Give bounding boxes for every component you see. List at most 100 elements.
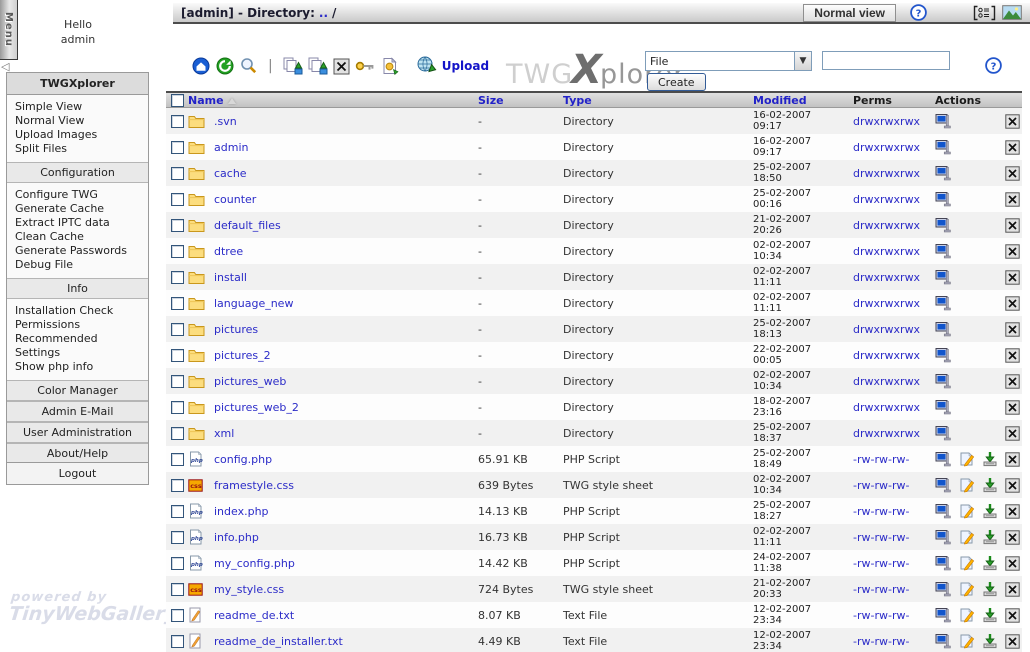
view-icon[interactable] xyxy=(935,477,952,493)
view-icon[interactable] xyxy=(935,503,952,519)
view-icon[interactable] xyxy=(935,529,952,545)
sidebar-item-permissions[interactable]: Permissions xyxy=(15,318,146,332)
row-checkbox[interactable] xyxy=(171,271,184,284)
file-type-select[interactable]: File ▼ xyxy=(645,51,812,71)
delete-icon[interactable] xyxy=(1005,374,1020,389)
file-name-link[interactable]: admin xyxy=(214,141,478,154)
row-checkbox[interactable] xyxy=(171,375,184,388)
sidebar-item-generate-cache[interactable]: Generate Cache xyxy=(15,202,146,216)
file-name-link[interactable]: my_config.php xyxy=(214,557,478,570)
search-icon[interactable] xyxy=(240,57,258,75)
edit-icon[interactable] xyxy=(959,477,975,493)
file-name-link[interactable]: readme_de_installer.txt xyxy=(214,635,478,648)
list-view-icon[interactable] xyxy=(973,5,996,21)
row-checkbox[interactable] xyxy=(171,219,184,232)
file-name-link[interactable]: readme_de.txt xyxy=(214,609,478,622)
row-checkbox[interactable] xyxy=(171,323,184,336)
sidebar-item-split-files[interactable]: Split Files xyxy=(15,142,146,156)
delete-icon[interactable] xyxy=(1005,348,1020,363)
edit-icon[interactable] xyxy=(959,529,975,545)
create-button[interactable]: Create xyxy=(647,73,706,91)
row-checkbox[interactable] xyxy=(171,193,184,206)
sidebar-item-recommended-settings[interactable]: Recommended Settings xyxy=(15,332,146,360)
file-perms-link[interactable]: -rw-rw-rw- xyxy=(853,583,935,596)
file-name-link[interactable]: install xyxy=(214,271,478,284)
edit-icon[interactable] xyxy=(959,451,975,467)
new-file-icon[interactable] xyxy=(381,57,399,75)
file-name-link[interactable]: pictures_web xyxy=(214,375,478,388)
sidebar-section-info[interactable]: Info xyxy=(7,278,148,299)
delete-icon[interactable] xyxy=(1005,244,1020,259)
delete-icon[interactable] xyxy=(1005,426,1020,441)
file-perms-link[interactable]: drwxrwxrwx xyxy=(853,115,935,128)
delete-icon[interactable] xyxy=(1005,634,1020,649)
file-perms-link[interactable]: drwxrwxrwx xyxy=(853,427,935,440)
view-icon[interactable] xyxy=(935,269,952,285)
column-header-type[interactable]: Type xyxy=(563,94,592,107)
row-checkbox[interactable] xyxy=(171,297,184,310)
logout-button[interactable]: Logout xyxy=(6,462,149,485)
row-checkbox[interactable] xyxy=(171,531,184,544)
edit-icon[interactable] xyxy=(959,633,975,649)
column-header-name[interactable]: Name xyxy=(188,94,224,107)
download-icon[interactable] xyxy=(982,477,998,493)
sidebar-item-extract-iptc-data[interactable]: Extract IPTC data xyxy=(15,216,146,230)
file-name-link[interactable]: my_style.css xyxy=(214,583,478,596)
column-header-modified[interactable]: Modified xyxy=(753,94,807,107)
sidebar-item-configure-twg[interactable]: Configure TWG xyxy=(15,188,146,202)
sidebar-section-configuration[interactable]: Configuration xyxy=(7,162,148,183)
delete-icon[interactable] xyxy=(1005,270,1020,285)
file-name-link[interactable]: pictures_web_2 xyxy=(214,401,478,414)
sidebar-item-show-php-info[interactable]: Show php info xyxy=(15,360,146,374)
file-perms-link[interactable]: drwxrwxrwx xyxy=(853,297,935,310)
file-perms-link[interactable]: -rw-rw-rw- xyxy=(853,609,935,622)
view-icon[interactable] xyxy=(935,451,952,467)
delete-icon[interactable] xyxy=(1005,504,1020,519)
file-perms-link[interactable]: drwxrwxrwx xyxy=(853,375,935,388)
parent-directory-link[interactable]: .. xyxy=(319,6,328,20)
copy-icon[interactable] xyxy=(283,57,303,76)
view-icon[interactable] xyxy=(935,581,952,597)
file-perms-link[interactable]: -rw-rw-rw- xyxy=(853,557,935,570)
row-checkbox[interactable] xyxy=(171,453,184,466)
sidebar-section-color-manager[interactable]: Color Manager xyxy=(7,380,148,401)
sidebar-item-clean-cache[interactable]: Clean Cache xyxy=(15,230,146,244)
home-icon[interactable] xyxy=(192,57,210,75)
file-perms-link[interactable]: drwxrwxrwx xyxy=(853,219,935,232)
view-icon[interactable] xyxy=(935,165,952,181)
upload-button[interactable]: Upload xyxy=(417,55,489,77)
file-name-link[interactable]: config.php xyxy=(214,453,478,466)
row-checkbox[interactable] xyxy=(171,557,184,570)
row-checkbox[interactable] xyxy=(171,609,184,622)
download-icon[interactable] xyxy=(982,555,998,571)
delete-icon[interactable] xyxy=(1005,140,1020,155)
view-icon[interactable] xyxy=(935,321,952,337)
file-name-link[interactable]: framestyle.css xyxy=(214,479,478,492)
file-perms-link[interactable]: drwxrwxrwx xyxy=(853,167,935,180)
view-icon[interactable] xyxy=(935,113,952,129)
file-name-link[interactable]: language_new xyxy=(214,297,478,310)
file-perms-link[interactable]: drwxrwxrwx xyxy=(853,141,935,154)
row-checkbox[interactable] xyxy=(171,115,184,128)
view-icon[interactable] xyxy=(935,191,952,207)
file-perms-link[interactable]: -rw-rw-rw- xyxy=(853,479,935,492)
delete-icon[interactable] xyxy=(1005,296,1020,311)
file-perms-link[interactable]: -rw-rw-rw- xyxy=(853,505,935,518)
sidebar-item-installation-check[interactable]: Installation Check xyxy=(15,304,146,318)
delete-icon[interactable] xyxy=(1005,608,1020,623)
row-checkbox[interactable] xyxy=(171,479,184,492)
file-name-link[interactable]: cache xyxy=(214,167,478,180)
delete-icon[interactable] xyxy=(1005,478,1020,493)
select-all-checkbox[interactable] xyxy=(171,94,184,107)
file-perms-link[interactable]: drwxrwxrwx xyxy=(853,401,935,414)
row-checkbox[interactable] xyxy=(171,583,184,596)
view-icon[interactable] xyxy=(935,633,952,649)
delete-icon[interactable] xyxy=(1005,530,1020,545)
move-icon[interactable] xyxy=(308,57,328,76)
file-perms-link[interactable]: -rw-rw-rw- xyxy=(853,453,935,466)
file-perms-link[interactable]: -rw-rw-rw- xyxy=(853,531,935,544)
refresh-icon[interactable] xyxy=(216,57,234,75)
view-icon[interactable] xyxy=(935,347,952,363)
help-icon[interactable]: ? xyxy=(985,57,1002,77)
row-checkbox[interactable] xyxy=(171,401,184,414)
